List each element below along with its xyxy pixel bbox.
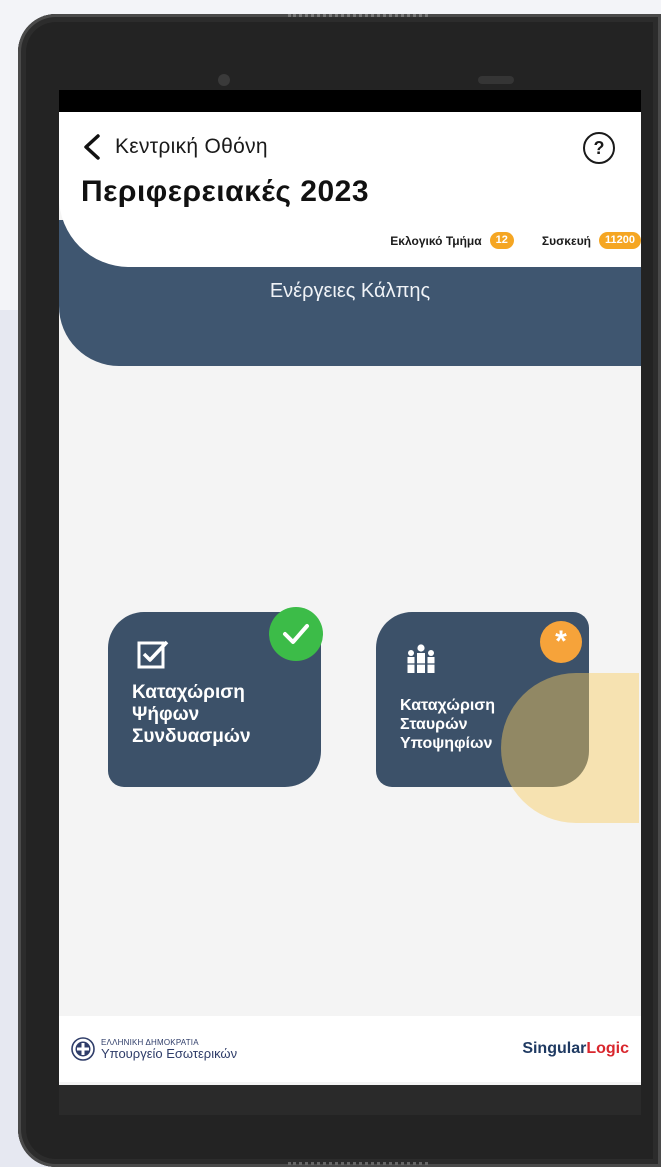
checkbox-icon: [137, 640, 169, 669]
tile-label-line: Καταχώριση: [132, 682, 245, 703]
tile-label-line: Ψήφων: [132, 704, 200, 725]
tile-label-line: Καταχώριση: [400, 697, 496, 714]
check-icon: [269, 607, 323, 661]
back-label: Κεντρική Οθόνη: [115, 135, 268, 158]
app-screen: Ενέργειες Κάλπης Κεντρική Οθόνη ? Περιφε…: [59, 90, 641, 1085]
tile-label: Καταχώριση Σταυρών Υποψηφίων: [400, 696, 495, 753]
tile-label-line: Σταυρών: [400, 716, 468, 733]
stage: Ενέργειες Κάλπης Κεντρική Οθόνη ? Περιφε…: [0, 0, 661, 1167]
back-button[interactable]: Κεντρική Οθόνη: [81, 134, 268, 160]
singularlogic-logo: SingularLogic: [522, 1040, 629, 1058]
greek-emblem-icon: [71, 1037, 95, 1061]
page-title: Περιφερειακές 2023: [81, 175, 370, 208]
chevron-left-icon: [84, 134, 100, 160]
people-icon: [407, 644, 435, 673]
section-title: Ενέργειες Κάλπης: [269, 280, 431, 302]
tile-label-line: Συνδυασμών: [132, 726, 251, 747]
precinct-label: Εκλογικό Τμήμα: [390, 233, 482, 248]
gov-text: ΕΛΛΗΝΙΚΗ ΔΗΜΟΚΡΑΤΙΑ Υπουργείο Εσωτερικών: [101, 1038, 238, 1061]
meta-row: Εκλογικό Τμήμα 12 Συσκευή 11200: [390, 232, 641, 249]
device-bottom-edge: [288, 1159, 428, 1165]
camera-icon: [218, 74, 230, 86]
question-circle-icon[interactable]: ?: [583, 132, 615, 164]
device-label: Συσκευή: [541, 233, 592, 248]
brand-part1: Singular: [522, 1040, 587, 1057]
tile-label-line: Υποψηφίων: [400, 735, 493, 752]
header: Κεντρική Οθόνη ? Περιφερειακές 2023 Εκλο…: [59, 112, 641, 267]
sensor: [478, 76, 514, 84]
precinct-badge: 12: [489, 232, 514, 249]
device-badge: 11200: [599, 232, 641, 249]
bottom-bezel: [59, 1085, 641, 1115]
asterisk-icon: *: [540, 621, 582, 663]
tile-label: Καταχώριση Ψήφων Συνδυασμών: [132, 682, 251, 748]
brand-part2: Logic: [586, 1040, 629, 1057]
device-top-edge: [288, 14, 428, 20]
gov-branding: ΕΛΛΗΝΙΚΗ ΔΗΜΟΚΡΑΤΙΑ Υπουργείο Εσωτερικών: [71, 1037, 237, 1061]
checkmark-icon: [283, 624, 309, 644]
status-bar: [59, 90, 641, 112]
footer: ΕΛΛΗΝΙΚΗ ΔΗΜΟΚΡΑΤΙΑ Υπουργείο Εσωτερικών…: [59, 1016, 641, 1082]
gov-ministry-label: Υπουργείο Εσωτερικών: [101, 1045, 238, 1061]
